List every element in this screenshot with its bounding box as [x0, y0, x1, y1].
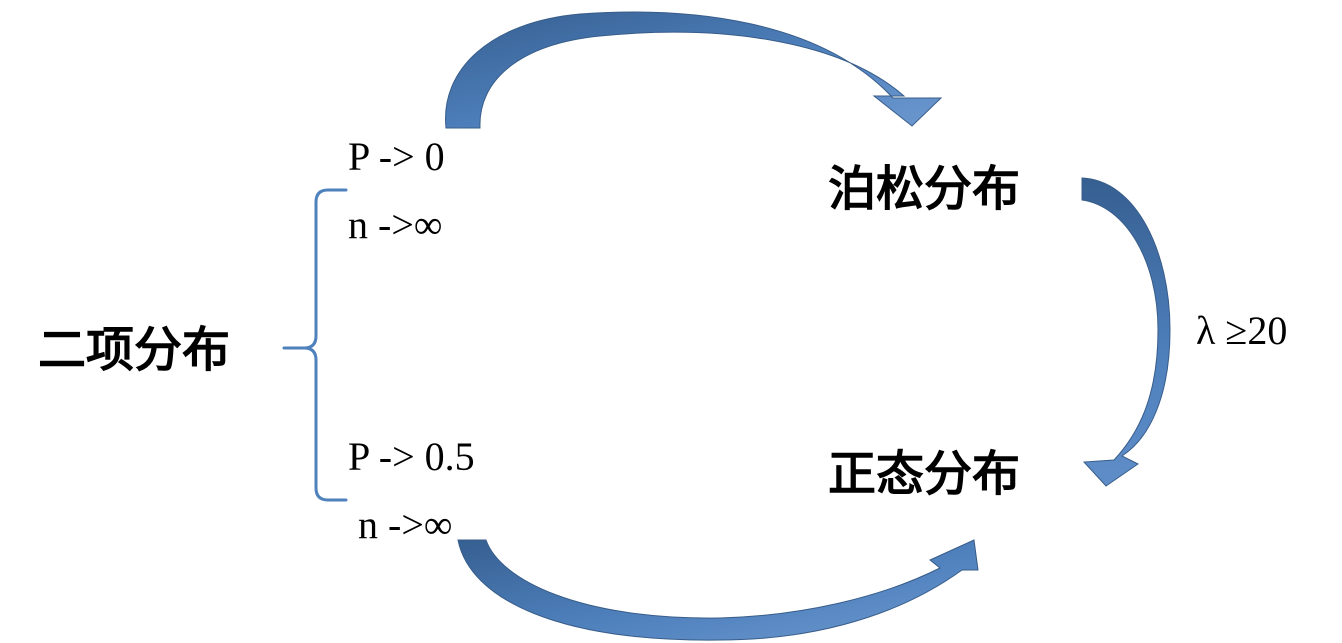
node-binomial: 二项分布	[38, 322, 230, 378]
brace	[282, 188, 348, 502]
node-poisson: 泊松分布	[828, 161, 1020, 217]
condition-lambda: λ ≥20	[1196, 308, 1287, 353]
arrow-poisson-to-normal	[1081, 177, 1171, 487]
arrow-binomial-to-normal	[457, 539, 979, 641]
condition-poisson-p: P -> 0	[348, 134, 445, 179]
arrow-binomial-to-poisson	[445, 11, 943, 129]
distribution-relationship-diagram: 二项分布 泊松分布 正态分布 P -> 0 n ->∞ P -> 0.5 n -…	[38, 11, 1287, 641]
condition-normal-n: n ->∞	[358, 502, 452, 547]
condition-normal-p: P -> 0.5	[348, 434, 475, 479]
node-normal: 正态分布	[828, 446, 1020, 502]
condition-poisson-n: n ->∞	[348, 202, 442, 247]
